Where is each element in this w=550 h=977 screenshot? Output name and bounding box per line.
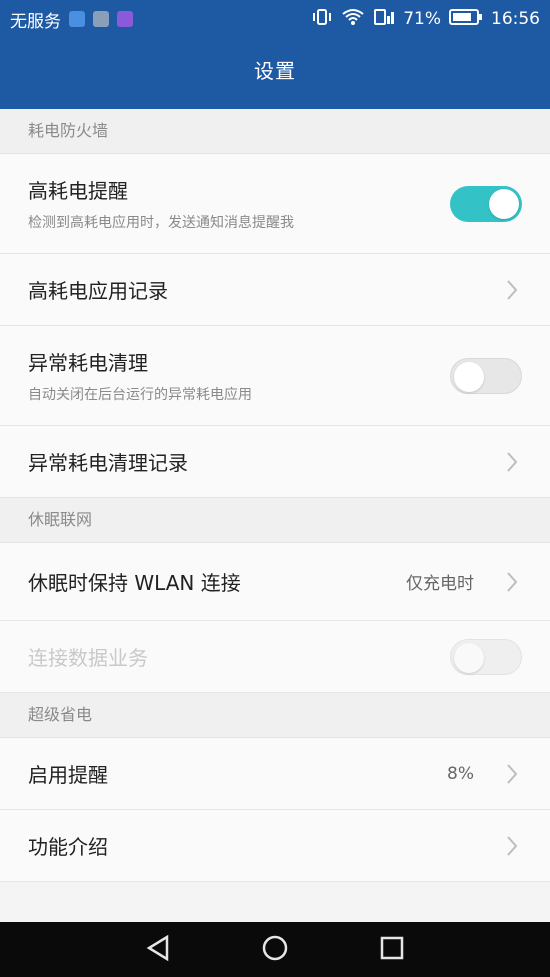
row-title: 高耗电提醒 xyxy=(28,179,128,203)
section-header-sleep: 休眠联网 xyxy=(0,498,550,543)
row-data-service: 连接数据业务 xyxy=(0,621,550,693)
page-title: 设置 xyxy=(254,59,296,83)
toggle-knob xyxy=(454,642,484,673)
battery-percent: 71% xyxy=(403,9,441,29)
row-title: 功能介绍 xyxy=(28,835,108,859)
row-title: 休眠时保持 WLAN 连接 xyxy=(28,571,241,595)
row-title: 高耗电应用记录 xyxy=(28,279,168,303)
high-power-alert-toggle[interactable] xyxy=(450,185,522,222)
back-triangle-icon[interactable] xyxy=(143,933,173,967)
row-abnormal-cleanup[interactable]: 异常耗电清理 自动关闭在后台运行的异常耗电应用 xyxy=(0,326,550,426)
home-circle-icon[interactable] xyxy=(260,933,290,967)
row-subtitle: 自动关闭在后台运行的异常耗电应用 xyxy=(28,387,252,403)
row-title: 异常耗电清理记录 xyxy=(28,451,188,475)
row-title: 异常耗电清理 xyxy=(28,351,148,375)
recents-square-icon[interactable] xyxy=(377,933,407,967)
toggle-knob xyxy=(454,361,484,392)
app-bar: 无服务 71% 16:56 设置 xyxy=(0,0,550,109)
wifi-icon xyxy=(341,8,365,31)
message-icon xyxy=(117,11,133,27)
row-value: 仅充电时 xyxy=(406,574,474,594)
carrier-text: 无服务 xyxy=(10,11,61,32)
section-header-firewall: 耗电防火墙 xyxy=(0,109,550,154)
navigation-bar xyxy=(0,922,550,977)
clock-text: 16:56 xyxy=(491,9,540,29)
row-abnormal-cleanup-record[interactable]: 异常耗电清理记录 xyxy=(0,426,550,498)
toggle-knob xyxy=(489,188,519,219)
row-title: 连接数据业务 xyxy=(28,646,148,670)
row-title: 启用提醒 xyxy=(28,763,108,787)
row-high-power-record[interactable]: 高耗电应用记录 xyxy=(0,254,550,326)
status-bar: 无服务 71% 16:56 xyxy=(0,0,550,38)
row-value: 8% xyxy=(447,763,474,784)
vibrate-icon xyxy=(311,8,333,31)
sim-signal-icon xyxy=(373,8,395,31)
row-high-power-alert[interactable]: 高耗电提醒 检测到高耗电应用时，发送通知消息提醒我 xyxy=(0,154,550,254)
row-feature-intro[interactable]: 功能介绍 xyxy=(0,810,550,882)
chevron-right-icon xyxy=(502,278,522,302)
notification-app-icon xyxy=(69,11,85,27)
row-enable-alert[interactable]: 启用提醒 8% xyxy=(0,738,550,810)
chevron-right-icon xyxy=(502,762,522,786)
row-subtitle: 检测到高耗电应用时，发送通知消息提醒我 xyxy=(28,215,294,231)
battery-icon xyxy=(449,8,483,31)
section-header-super-saver: 超级省电 xyxy=(0,693,550,738)
chevron-right-icon xyxy=(502,570,522,594)
data-service-toggle xyxy=(450,638,522,675)
row-keep-wlan[interactable]: 休眠时保持 WLAN 连接 仅充电时 xyxy=(0,543,550,621)
chevron-right-icon xyxy=(502,450,522,474)
bottom-spacer xyxy=(0,882,550,922)
abnormal-cleanup-toggle[interactable] xyxy=(450,357,522,394)
gallery-icon xyxy=(93,11,109,27)
chevron-right-icon xyxy=(502,834,522,858)
